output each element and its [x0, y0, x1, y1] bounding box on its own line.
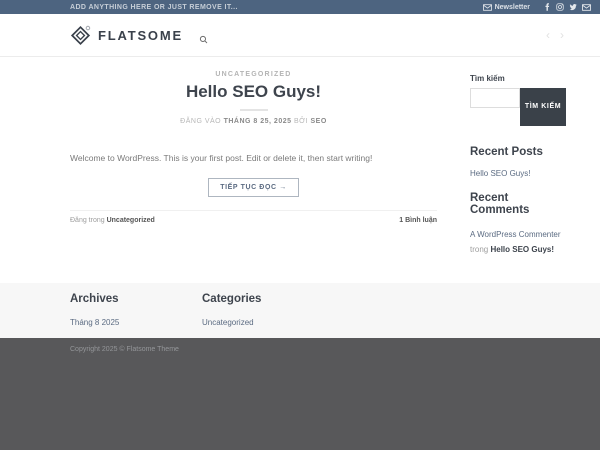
title-divider	[239, 109, 268, 111]
logo-text: FLATSOME	[98, 27, 183, 43]
search-icon[interactable]	[199, 31, 208, 43]
post-date: THÁNG 8 25, 2025	[223, 118, 292, 125]
page: ADD ANYTHING HERE OR JUST REMOVE IT... N…	[0, 0, 600, 450]
read-more-button[interactable]: TIẾP TỤC ĐỌC →	[208, 177, 299, 197]
newsletter-label: Newsletter	[494, 3, 530, 11]
absolute-footer: Copyright 2025 © Flatsome Theme	[0, 338, 600, 450]
posted-in: Đăng trong Uncategorized	[70, 217, 155, 224]
post-excerpt: Welcome to WordPress. This is your first…	[70, 153, 373, 163]
category-link[interactable]: Uncategorized	[107, 217, 155, 224]
archives-widget: Archives Tháng 8 2025	[70, 293, 202, 338]
archive-link[interactable]: Tháng 8 2025	[70, 318, 202, 327]
post-title[interactable]: Hello SEO Guys!	[70, 82, 437, 102]
post-author[interactable]: SEO	[311, 118, 327, 125]
prev-arrow-icon[interactable]: ‹	[546, 29, 550, 41]
recent-post-link[interactable]: Hello SEO Guys!	[470, 169, 568, 178]
categories-widget: Categories Uncategorized	[202, 293, 362, 338]
recent-comments-title: Recent Comments	[470, 192, 530, 216]
footer-widgets: Archives Tháng 8 2025 Categories Uncateg…	[0, 283, 600, 338]
logo[interactable]: FLATSOME	[70, 25, 183, 46]
topbar-right: Newsletter	[482, 3, 591, 11]
main-content: UNCATEGORIZED Hello SEO Guys! ĐĂNG VÀO T…	[0, 57, 600, 283]
next-arrow-icon[interactable]: ›	[560, 29, 564, 41]
search-input[interactable]	[470, 88, 520, 108]
comments-link[interactable]: 1 Bình luận	[399, 217, 437, 224]
comment-author-link[interactable]: A WordPress Commenter	[470, 230, 561, 239]
categories-title: Categories	[202, 293, 262, 305]
twitter-icon[interactable]	[569, 3, 577, 11]
post-meta: ĐĂNG VÀO THÁNG 8 25, 2025 BỞI SEO	[70, 118, 437, 125]
posted-on-label: ĐĂNG VÀO	[180, 118, 224, 125]
posted-in-label: Đăng trong	[70, 216, 107, 224]
newsletter-link[interactable]: Newsletter	[482, 3, 530, 11]
copyright-text: Copyright 2025 © Flatsome Theme	[70, 346, 179, 353]
email-icon[interactable]	[582, 3, 591, 11]
recent-posts-title: Recent Posts	[470, 146, 543, 158]
search-submit-button[interactable]: TÌM KIẾM	[520, 88, 566, 126]
comment-in-label: trong	[470, 245, 491, 255]
facebook-icon[interactable]	[543, 3, 551, 11]
sidebar: Tìm kiếm TÌM KIẾM Recent Posts Hello SEO…	[470, 57, 568, 257]
footer-category-link[interactable]: Uncategorized	[202, 318, 362, 327]
search-form: TÌM KIẾM	[470, 88, 568, 126]
instagram-icon[interactable]	[556, 3, 564, 11]
envelope-icon	[482, 3, 492, 11]
top-bar: ADD ANYTHING HERE OR JUST REMOVE IT... N…	[0, 0, 600, 14]
by-label: BỞI	[291, 118, 311, 125]
post-category-label[interactable]: UNCATEGORIZED	[70, 71, 437, 78]
header-nav-arrows: ‹ ›	[546, 29, 564, 41]
social-links	[543, 3, 591, 11]
search-widget-title: Tìm kiếm	[470, 74, 505, 83]
site-header: FLATSOME ‹ ›	[0, 14, 600, 57]
comment-post-link[interactable]: Hello SEO Guys!	[490, 245, 554, 254]
announcement-text: ADD ANYTHING HERE OR JUST REMOVE IT...	[70, 3, 238, 11]
post-article: UNCATEGORIZED Hello SEO Guys! ĐĂNG VÀO T…	[70, 57, 437, 224]
entry-footer: Đăng trong Uncategorized 1 Bình luận	[70, 209, 437, 224]
archives-title: Archives	[70, 293, 119, 305]
recent-comment-item: A WordPress Commenter trong Hello SEO Gu…	[470, 227, 568, 257]
flatsome-diamond-icon	[70, 25, 91, 46]
readmore-wrap: TIẾP TỤC ĐỌC →	[70, 176, 437, 197]
